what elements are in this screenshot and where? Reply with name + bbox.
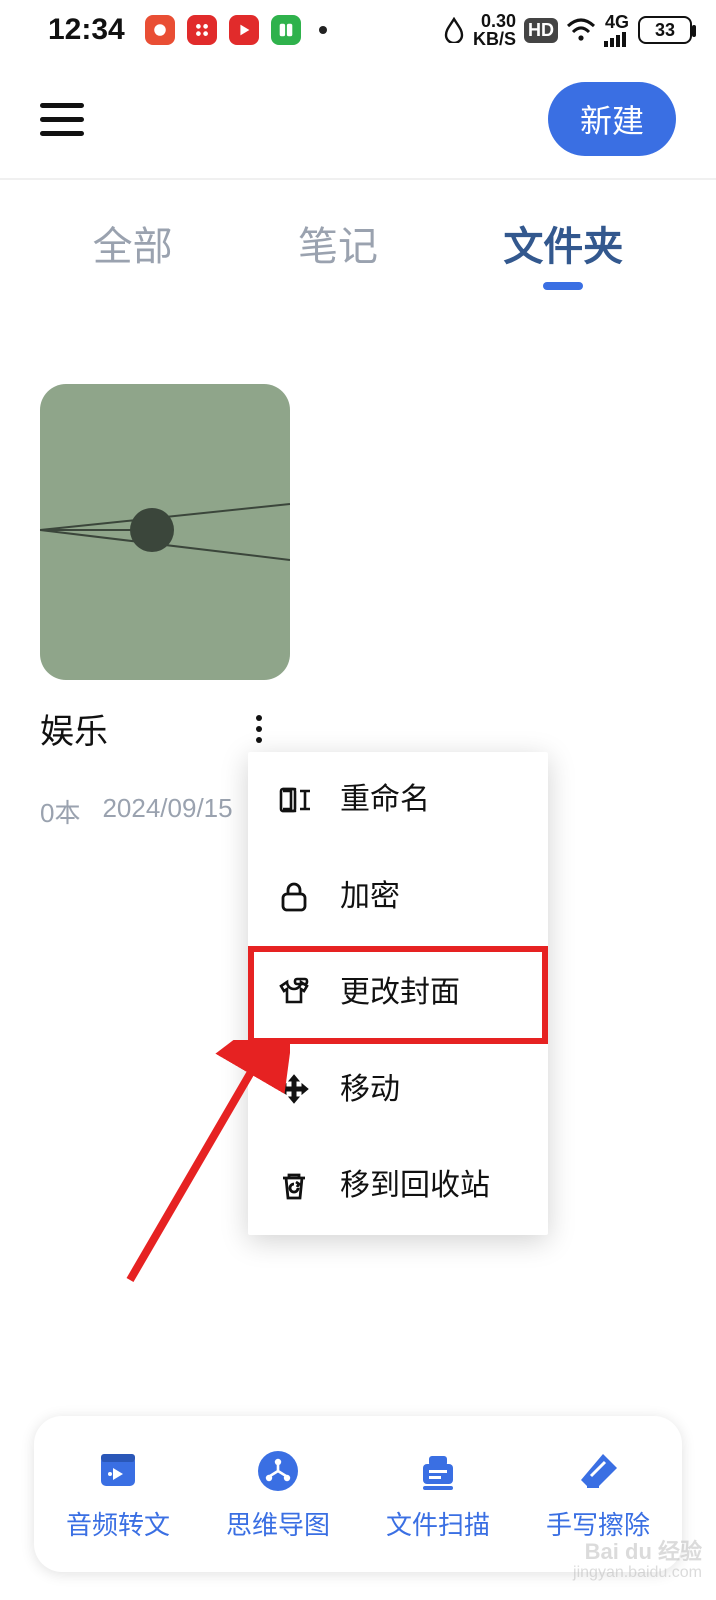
tool-label: 音频转文 <box>66 1505 170 1542</box>
more-options-icon[interactable] <box>248 707 270 751</box>
hd-badge: HD <box>524 18 558 43</box>
status-right: 0.30 KB/S HD 4G 33 <box>443 12 692 48</box>
tool-mindmap[interactable]: 思维导图 <box>198 1447 358 1542</box>
menu-icon[interactable] <box>40 103 84 136</box>
menu-label: 移动 <box>340 1070 520 1111</box>
status-left: 12:34 <box>48 13 327 47</box>
new-button[interactable]: 新建 <box>548 82 676 156</box>
lock-icon <box>276 879 312 915</box>
context-menu: 重命名 加密 更改封面 移动 移到回收站 <box>248 752 548 1235</box>
trash-icon <box>276 1168 312 1204</box>
menu-item-trash[interactable]: 移到回收站 <box>248 1138 548 1235</box>
tool-label: 手写擦除 <box>546 1505 650 1542</box>
eraser-icon <box>574 1447 622 1495</box>
app-icon-3 <box>229 15 259 45</box>
status-time: 12:34 <box>48 13 125 47</box>
folder-count: 0本 <box>40 793 80 830</box>
tabs: 全部 笔记 文件夹 <box>0 180 716 314</box>
app-header: 新建 <box>0 60 716 180</box>
menu-label: 更改封面 <box>340 973 520 1014</box>
app-icon-2 <box>187 15 217 45</box>
menu-item-move[interactable]: 移动 <box>248 1042 548 1139</box>
tool-scan[interactable]: 文件扫描 <box>358 1447 518 1542</box>
menu-label: 移到回收站 <box>340 1166 520 1207</box>
tool-eraser[interactable]: 手写擦除 <box>518 1447 678 1542</box>
tab-notes[interactable]: 笔记 <box>298 214 378 290</box>
folder-title: 娱乐 <box>40 704 108 753</box>
shirt-icon <box>276 975 312 1011</box>
menu-item-change-cover[interactable]: 更改封面 <box>248 945 548 1042</box>
tool-label: 思维导图 <box>226 1505 330 1542</box>
move-icon <box>276 1072 312 1108</box>
status-bar: 12:34 0.30 KB/S HD 4G 33 <box>0 0 716 60</box>
scan-icon <box>414 1447 462 1495</box>
battery-indicator: 33 <box>638 16 692 44</box>
wifi-icon <box>566 18 596 42</box>
cell-signal: 4G <box>604 13 630 47</box>
folder-date: 2024/09/15 <box>102 793 232 830</box>
menu-label: 加密 <box>340 877 520 918</box>
watermark: Bai du 经验 jingyan.baidu.com <box>573 1540 702 1582</box>
rename-icon <box>276 782 312 818</box>
menu-item-encrypt[interactable]: 加密 <box>248 849 548 946</box>
audio-icon <box>94 1447 142 1495</box>
menu-label: 重命名 <box>340 780 520 821</box>
net-speed: 0.30 KB/S <box>473 12 516 48</box>
folder-title-row: 娱乐 <box>40 704 290 753</box>
menu-item-rename[interactable]: 重命名 <box>248 752 548 849</box>
tool-audio-to-text[interactable]: 音频转文 <box>38 1447 198 1542</box>
tool-label: 文件扫描 <box>386 1505 490 1542</box>
overflow-dot-icon <box>319 26 327 34</box>
app-icon-1 <box>145 15 175 45</box>
app-icon-4 <box>271 15 301 45</box>
folder-cover[interactable] <box>40 384 290 680</box>
tab-all[interactable]: 全部 <box>93 214 173 290</box>
water-drop-icon <box>443 17 465 43</box>
mindmap-icon <box>254 1447 302 1495</box>
tab-folders[interactable]: 文件夹 <box>503 214 623 290</box>
